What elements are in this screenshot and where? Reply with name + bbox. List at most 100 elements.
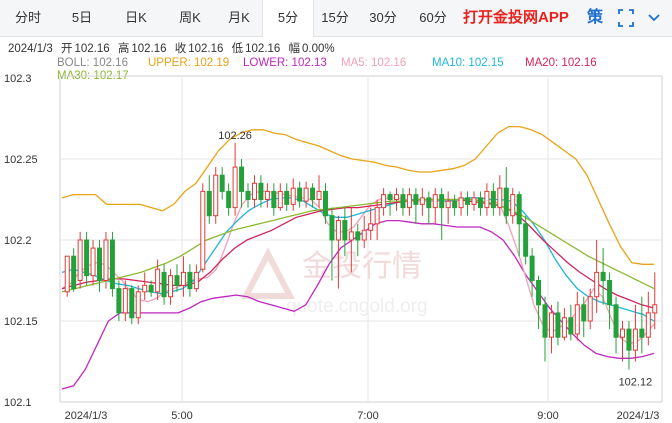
candle-body [77, 239, 83, 281]
candle-body [568, 317, 574, 335]
candle-body [632, 328, 638, 351]
chart-widget: 分时 5日 日K 周K 月K 5分 15分 30分 60分 打开金投网APP 策… [0, 0, 672, 423]
candle-body [174, 275, 180, 286]
candle-body [103, 239, 109, 281]
candle-body [219, 174, 225, 192]
candle-body [626, 328, 632, 351]
candle-body [193, 271, 199, 290]
candle-body [284, 190, 290, 205]
candle-body [64, 255, 70, 293]
candle-body [297, 187, 303, 202]
y-tick-label: 102.15 [4, 316, 38, 328]
candle-body [122, 288, 128, 314]
y-tick-label: 102.3 [4, 73, 32, 85]
candle-body [426, 197, 432, 209]
candle-body [109, 239, 115, 290]
candle-body [529, 255, 535, 282]
candle-body [503, 187, 509, 217]
candle-body [200, 190, 206, 270]
candle-body [587, 296, 593, 322]
candle-body [574, 304, 580, 335]
candle-body [116, 288, 122, 314]
candle-body [97, 247, 103, 282]
candle-body [484, 190, 490, 209]
candle-body [335, 220, 341, 241]
price-annotation: 102.26 [218, 130, 252, 142]
candle-body [135, 291, 141, 319]
candle-body [277, 190, 283, 209]
candle-body [316, 190, 322, 200]
candle-body [168, 275, 174, 298]
candle-body [458, 197, 464, 209]
candle-body [161, 271, 167, 298]
candle-body [239, 166, 245, 192]
candle-body [523, 223, 529, 257]
candle-body [548, 312, 554, 338]
candle-body [394, 194, 400, 200]
y-tick-label: 102.25 [4, 154, 38, 166]
candle-body [413, 194, 419, 205]
candle-body [387, 194, 393, 200]
plot-frame [59, 75, 663, 403]
candle-body [155, 268, 161, 293]
x-tick-label: 2024/1/3 [65, 410, 108, 422]
candle-body [600, 271, 606, 281]
candle-body [639, 328, 645, 338]
candle-body [355, 231, 361, 241]
candle-body [374, 207, 380, 225]
candle-body [187, 271, 193, 290]
candle-body [368, 223, 374, 231]
candle-body [607, 280, 613, 306]
candle-body [406, 194, 412, 209]
candle-body [497, 187, 503, 209]
candle-body [439, 194, 445, 209]
candle-body [619, 328, 625, 338]
candle-body [652, 304, 658, 314]
candle-body [381, 194, 387, 209]
candle-body [361, 229, 367, 241]
price-annotation: 102.12 [619, 377, 653, 389]
candle-body [348, 231, 354, 241]
y-tick-label: 102.1 [4, 397, 32, 409]
candle-body [490, 190, 496, 209]
watermark-url: quote.cngold.org [286, 296, 428, 317]
y-tick-label: 102.2 [4, 235, 32, 247]
candle-body [342, 220, 348, 241]
candle-body [516, 194, 522, 225]
candle-body [555, 312, 561, 338]
candle-body [471, 197, 477, 205]
candle-body [536, 280, 542, 306]
candle-body [452, 200, 458, 209]
candle-body [561, 317, 567, 338]
candlestick-chart: 102.3 102.25 102.2 102.15 102.1 2024/1/3 5:00 7… [4, 73, 663, 422]
candle-body [581, 304, 587, 322]
candle-body [542, 304, 548, 338]
candle-body [206, 190, 212, 217]
candle-body [290, 187, 296, 205]
candle-body [213, 174, 219, 217]
candle-body [594, 271, 600, 298]
candle-body [477, 197, 483, 209]
candle-body [90, 247, 96, 277]
candle-body [271, 190, 277, 209]
candle-body [303, 187, 309, 202]
candle-body [232, 166, 238, 209]
candle-body [226, 190, 232, 209]
candle-body [310, 187, 316, 201]
x-tick-label: 9:00 [537, 410, 558, 422]
candle-body [645, 312, 651, 338]
candle-body [322, 190, 328, 217]
candle-body [129, 288, 135, 319]
candle-body [510, 194, 516, 217]
candle-body [258, 182, 264, 201]
candle-body [142, 284, 148, 293]
candle-body [329, 215, 335, 241]
candle-body [148, 284, 154, 293]
candle-body [264, 190, 270, 200]
x-tick-label: 2024/1/3 [617, 410, 660, 422]
candle-body [84, 239, 90, 277]
x-tick-label: 5:00 [171, 410, 192, 422]
candle-body [445, 200, 451, 209]
candle-body [613, 304, 619, 338]
x-tick-label: 7:00 [357, 410, 378, 422]
